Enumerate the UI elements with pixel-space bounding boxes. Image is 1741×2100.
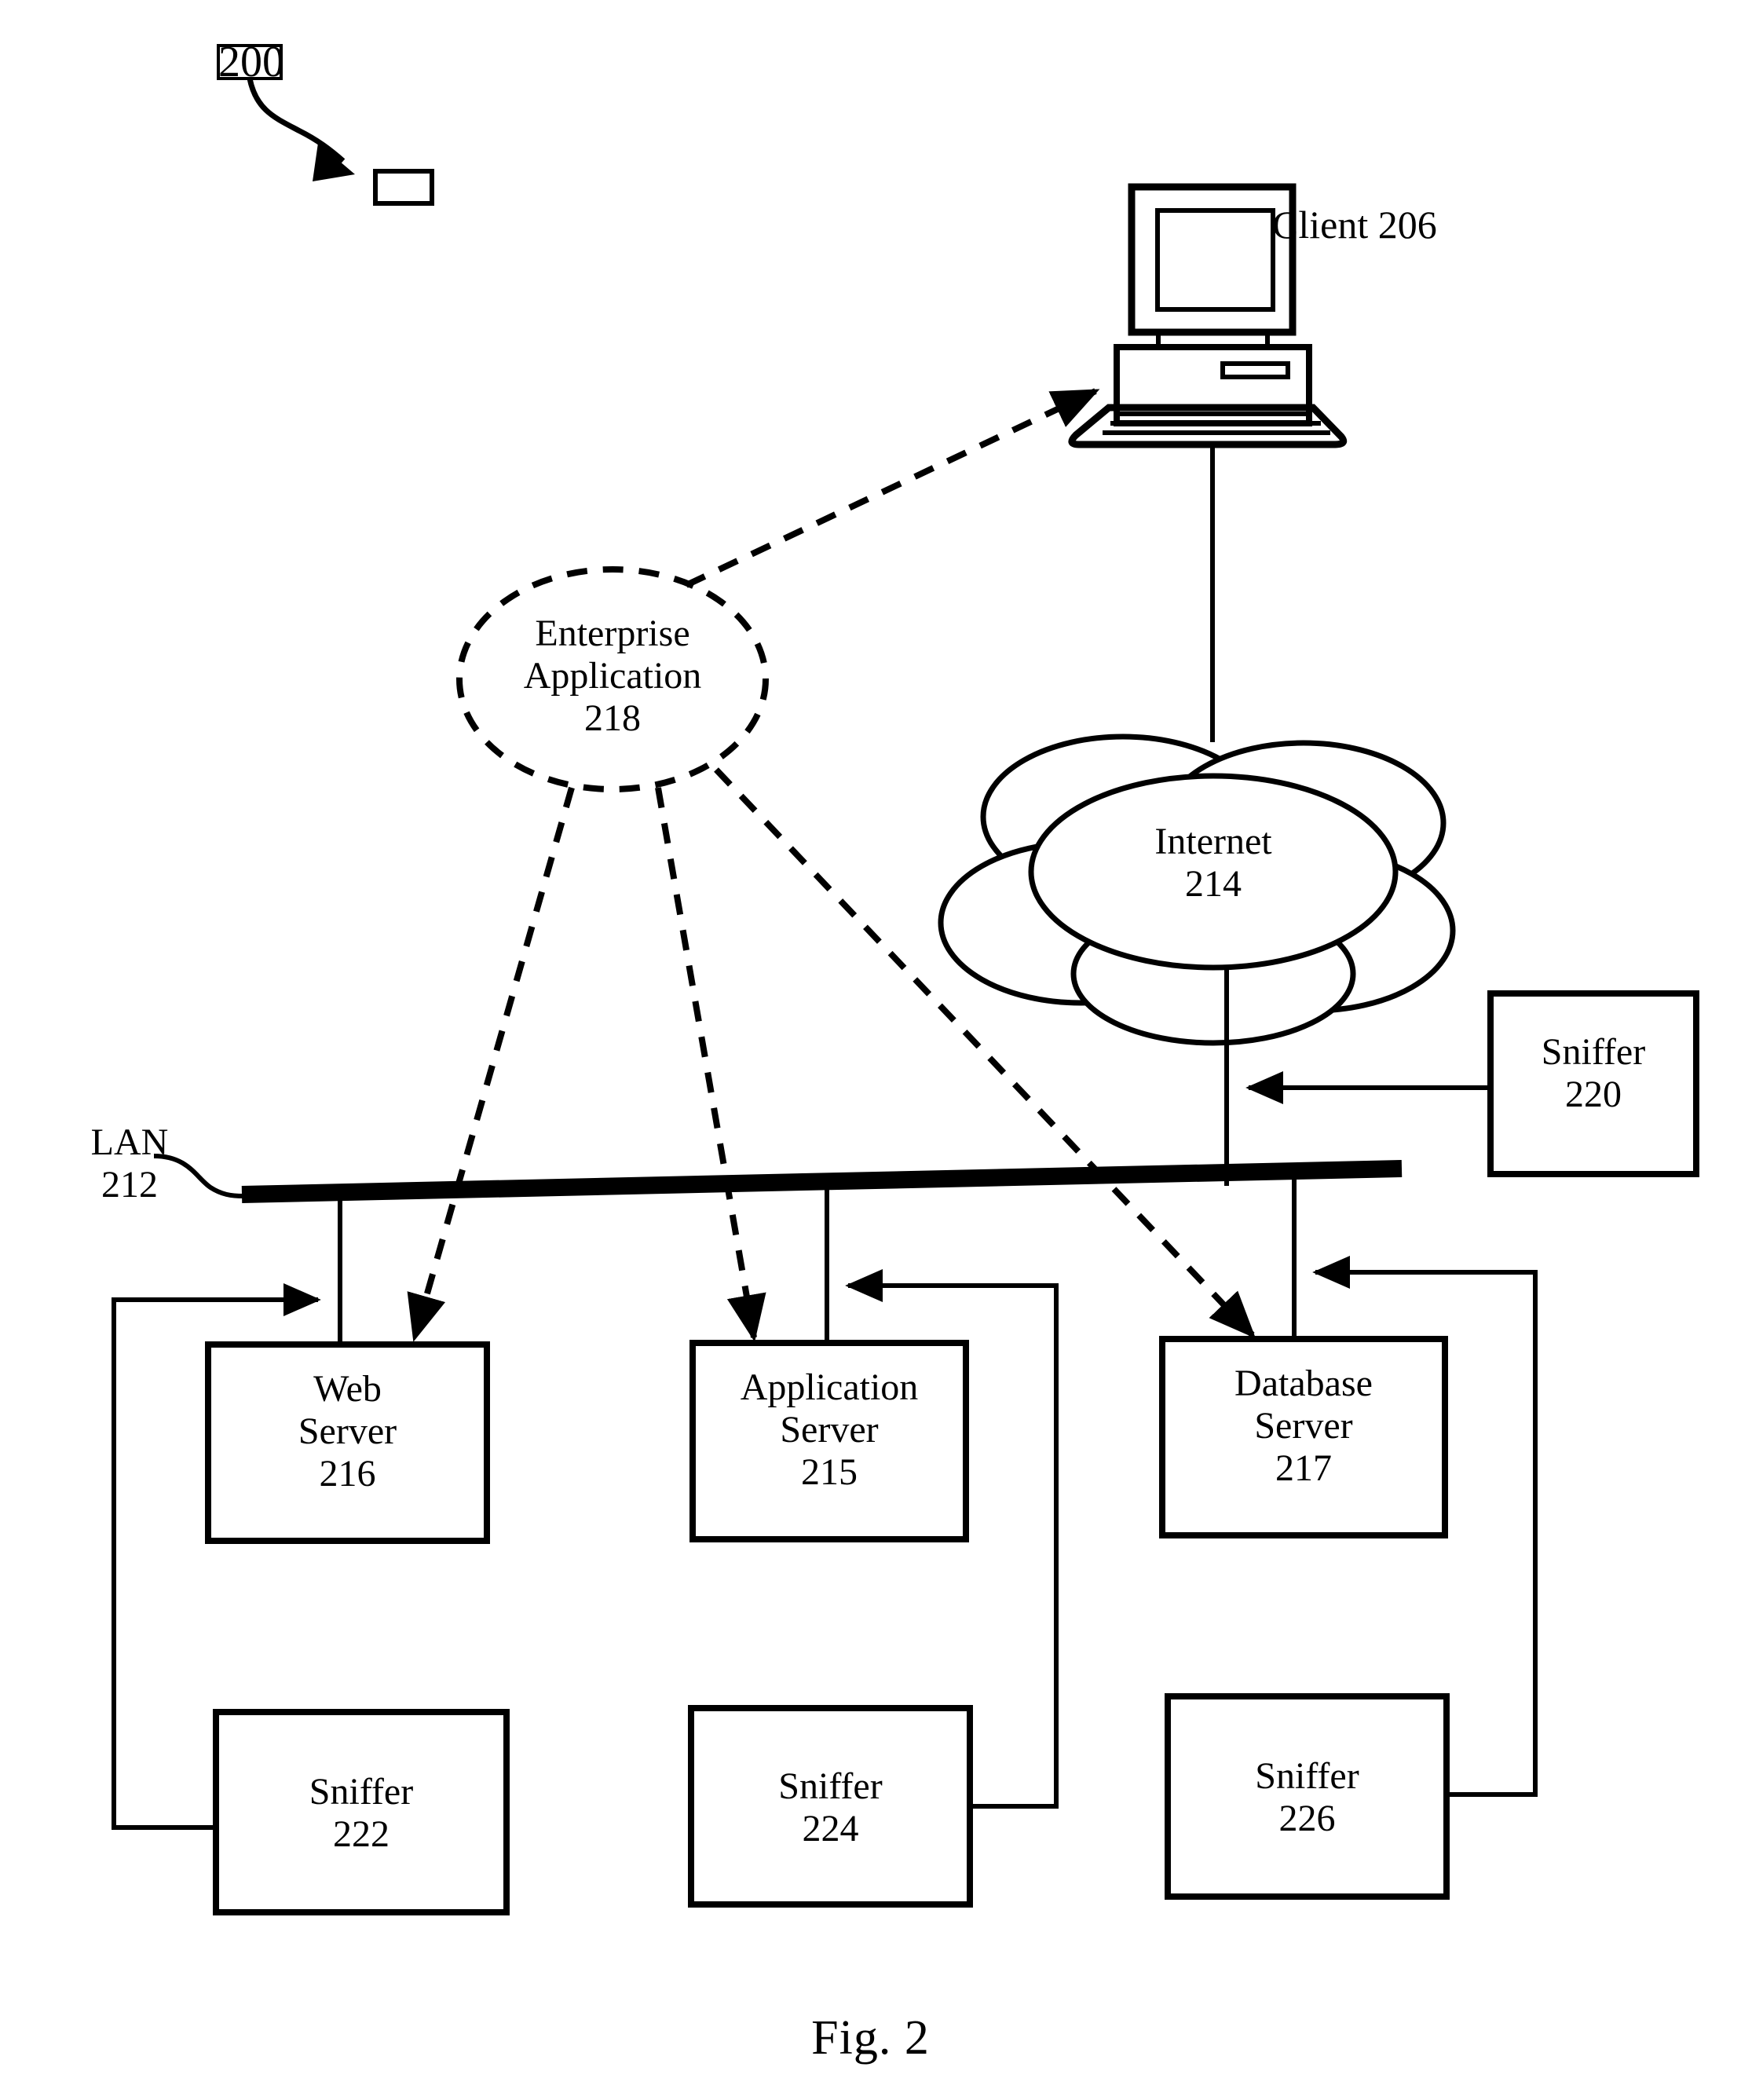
client-computer-icon bbox=[1068, 183, 1348, 448]
application-server-box bbox=[689, 1340, 969, 1542]
enterprise-application-ellipse bbox=[456, 566, 769, 792]
sniffer-224-box bbox=[688, 1705, 973, 1908]
internet-cloud-icon bbox=[938, 734, 1456, 1046]
ea-to-application-server-link bbox=[655, 787, 766, 1342]
web-server-box bbox=[205, 1341, 490, 1544]
ea-to-client-link bbox=[685, 388, 1100, 588]
figure-numeral-callout bbox=[217, 44, 434, 206]
sniffer-220-box bbox=[1487, 990, 1699, 1177]
sniffer-226-box bbox=[1165, 1693, 1450, 1900]
lan-leader-line bbox=[153, 1154, 244, 1198]
database-server-box bbox=[1159, 1336, 1448, 1538]
ea-to-web-server-link bbox=[407, 786, 575, 1342]
sniffer-222-box bbox=[213, 1709, 510, 1915]
figure-caption: Fig. 2 bbox=[811, 2011, 930, 2065]
patent-figure-page: 200 Client 206 Enterprise Application 21… bbox=[0, 0, 1741, 2100]
network-diagram bbox=[112, 44, 1699, 1915]
